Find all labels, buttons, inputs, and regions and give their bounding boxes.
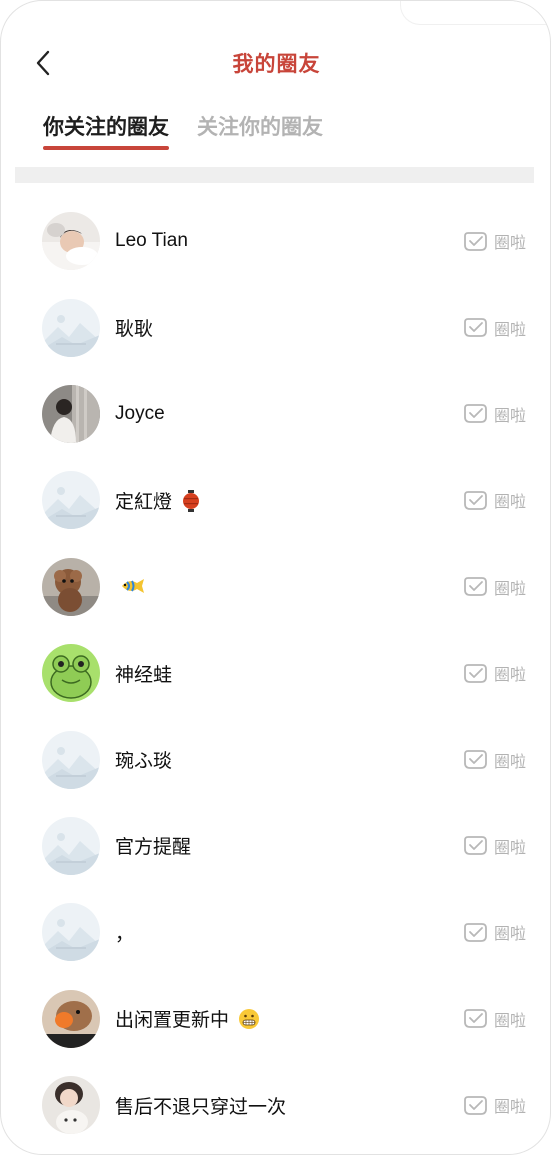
- photo-baby-avatar[interactable]: [42, 212, 100, 271]
- quanla-label: 圈啦: [493, 926, 526, 944]
- friend-name-text: 售后不退只穿过一次: [115, 1096, 287, 1118]
- quanla-label: 圈啦: [493, 580, 526, 598]
- default-placeholder-avatar[interactable]: [42, 816, 100, 875]
- default-placeholder-avatar[interactable]: [42, 730, 100, 789]
- quanla-button[interactable]: 圈啦: [462, 402, 526, 426]
- quanla-button[interactable]: 圈啦: [462, 1093, 526, 1117]
- friend-name: ，: [115, 919, 134, 946]
- friend-row[interactable]: Joyce 圈啦: [1, 371, 550, 457]
- friend-row[interactable]: 定紅燈 圈啦: [1, 457, 550, 543]
- photo-person-avatar[interactable]: [42, 384, 100, 443]
- wave-hand-icon: [464, 1009, 487, 1029]
- friend-name: 出闲置更新中: [115, 1005, 260, 1032]
- photo-dog-mask-avatar[interactable]: [42, 989, 100, 1048]
- friend-name: 琬ふ琰: [115, 746, 172, 773]
- quanla-button[interactable]: 圈啦: [462, 316, 526, 340]
- friend-row[interactable]: 售后不退只穿过一次 圈啦: [1, 1062, 550, 1148]
- default-placeholder-avatar[interactable]: [42, 903, 100, 962]
- quanla-button[interactable]: 圈啦: [462, 748, 526, 772]
- friend-row[interactable]: ， 圈啦: [1, 889, 550, 975]
- friend-name-text: 琬ふ琰: [115, 751, 173, 773]
- friend-row[interactable]: 出闲置更新中 圈啦: [1, 976, 550, 1062]
- friend-row[interactable]: 神经蛙 圈啦: [1, 630, 550, 716]
- quanla-label: 圈啦: [493, 321, 526, 339]
- quanla-button[interactable]: 圈啦: [462, 1007, 526, 1031]
- friend-name-text: Leo Tian: [115, 230, 188, 252]
- friend-row[interactable]: 耿耿 圈啦: [1, 284, 550, 370]
- friend-name-text: 定紅燈: [115, 491, 173, 513]
- lantern-emoji-icon: [183, 489, 200, 512]
- friend-row[interactable]: 圈啦: [1, 544, 550, 630]
- friend-row[interactable]: Leo Tian 圈啦: [1, 198, 550, 284]
- tab-followers[interactable]: 关注你的圈友: [197, 113, 323, 153]
- wave-hand-icon: [464, 577, 487, 597]
- wave-hand-icon: [464, 231, 487, 251]
- tab-following[interactable]: 你关注的圈友: [43, 113, 169, 153]
- friend-name: 神经蛙: [115, 660, 172, 687]
- default-placeholder-avatar[interactable]: [42, 298, 100, 357]
- tab-followers-label: 关注你的圈友: [197, 116, 323, 139]
- friend-name-text: 耿耿: [115, 319, 154, 341]
- status-bar-corner: [400, 1, 550, 25]
- tropical-fish-emoji-icon: [122, 578, 144, 593]
- quanla-button[interactable]: 圈啦: [462, 920, 526, 944]
- friend-name: [115, 575, 145, 599]
- grimacing-face-emoji-icon: [239, 1009, 260, 1030]
- quanla-button[interactable]: 圈啦: [462, 834, 526, 858]
- wave-hand-icon: [464, 663, 487, 683]
- wave-hand-icon: [464, 490, 487, 510]
- friend-name-text: ，: [115, 923, 135, 945]
- section-divider: [15, 167, 534, 183]
- quanla-label: 圈啦: [493, 1012, 526, 1030]
- quanla-button[interactable]: 圈啦: [462, 575, 526, 599]
- friend-name-text: 神经蛙: [115, 664, 173, 686]
- quanla-label: 圈啦: [493, 235, 526, 253]
- tab-bar: 你关注的圈友 关注你的圈友: [43, 113, 351, 153]
- friend-name-text: Joyce: [115, 402, 165, 424]
- quanla-label: 圈啦: [493, 753, 526, 771]
- friend-name-text: 出闲置更新中: [115, 1010, 230, 1032]
- default-placeholder-avatar[interactable]: [42, 471, 100, 530]
- wave-hand-icon: [464, 750, 487, 769]
- quanla-label: 圈啦: [493, 494, 526, 512]
- phone-frame: 我的圈友 你关注的圈友 关注你的圈友 Leo Tian 圈啦 耿耿 圈啦 Joy…: [0, 0, 551, 1155]
- quanla-label: 圈啦: [493, 1099, 526, 1117]
- quanla-button[interactable]: 圈啦: [462, 229, 526, 253]
- friend-name: Leo Tian: [115, 230, 188, 252]
- quanla-label: 圈啦: [493, 407, 526, 425]
- page-title: 我的圈友: [232, 53, 321, 76]
- friend-name: 定紅燈: [115, 487, 201, 514]
- friend-name: 官方提醒: [115, 832, 191, 859]
- wave-hand-icon: [464, 1095, 487, 1115]
- tab-following-label: 你关注的圈友: [43, 116, 169, 139]
- friend-row[interactable]: 琬ふ琰 圈啦: [1, 716, 550, 802]
- photo-girl-cat-avatar[interactable]: [42, 1076, 100, 1135]
- friend-name: Joyce: [115, 403, 165, 425]
- quanla-label: 圈啦: [493, 839, 526, 857]
- photo-dog-avatar[interactable]: [42, 557, 100, 616]
- nav-bar: 我的圈友: [1, 29, 550, 93]
- cartoon-frog-avatar[interactable]: [42, 644, 100, 703]
- wave-hand-icon: [464, 318, 487, 337]
- quanla-label: 圈啦: [493, 667, 526, 685]
- friend-row[interactable]: 官方提醒 圈啦: [1, 803, 550, 889]
- quanla-button[interactable]: 圈啦: [462, 488, 526, 512]
- wave-hand-icon: [464, 922, 487, 942]
- wave-hand-icon: [464, 404, 487, 424]
- friend-name-text: 官方提醒: [115, 837, 192, 859]
- friend-name: 耿耿: [115, 314, 153, 341]
- wave-hand-icon: [464, 836, 487, 856]
- quanla-button[interactable]: 圈啦: [462, 661, 526, 685]
- tab-active-indicator: [43, 146, 169, 150]
- friend-list: Leo Tian 圈啦 耿耿 圈啦 Joyce 圈啦 定紅燈 圈啦 圈啦 神经蛙…: [1, 198, 550, 1148]
- friend-name: 售后不退只穿过一次: [115, 1092, 286, 1119]
